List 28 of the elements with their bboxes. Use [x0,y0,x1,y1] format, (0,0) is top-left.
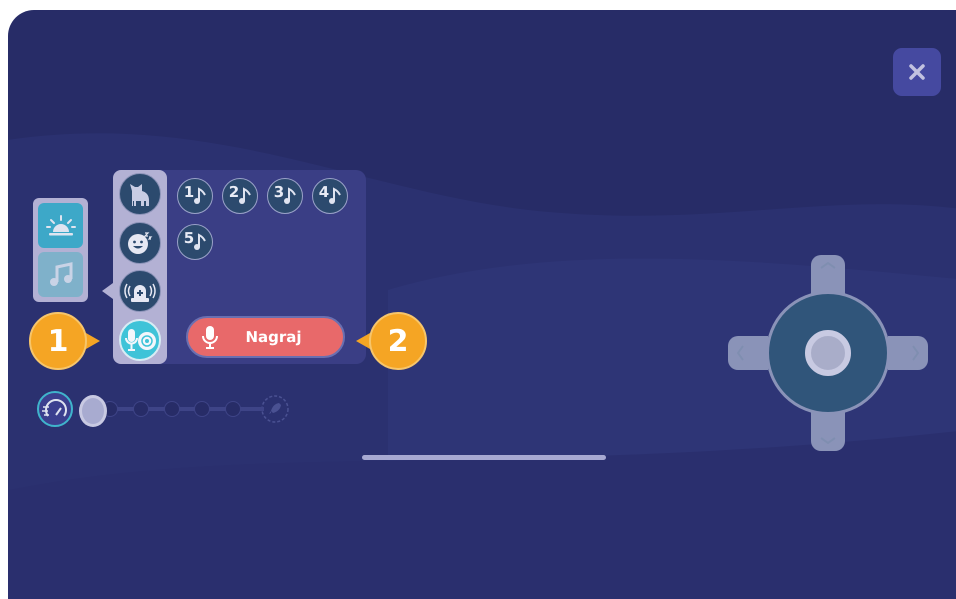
baby-category-button[interactable] [119,222,161,264]
melody-button[interactable]: 1 [177,178,213,214]
cat-icon [128,181,152,208]
joystick-knob[interactable] [805,330,851,376]
melody-button[interactable]: 5 [177,224,213,260]
siren-category-button[interactable] [119,270,161,312]
microphone-disc-icon [123,326,157,353]
microphone-icon [202,325,218,349]
close-icon [908,63,926,81]
close-button[interactable] [893,48,941,96]
numbered-callout: 1 [28,312,100,370]
down-arrow-button[interactable] [811,411,845,451]
left-arrow-button[interactable] [728,336,768,370]
note-icon [239,187,252,205]
melody-button[interactable]: 2 [222,178,258,214]
melody-button[interactable]: 4 [312,178,348,214]
note-icon [329,187,342,205]
melody-button[interactable]: 3 [267,178,303,214]
up-arrow-button[interactable] [811,255,845,295]
sunrise-icon [46,214,76,238]
note-icon [194,187,206,205]
note-icon [284,187,296,205]
note-icon [194,233,206,251]
music-note-icon [48,262,74,288]
right-arrow-button[interactable] [888,336,928,370]
numbered-callout: 2 [356,312,428,370]
cat-category-button[interactable] [119,173,161,216]
rocket-badge-icon [260,394,290,424]
